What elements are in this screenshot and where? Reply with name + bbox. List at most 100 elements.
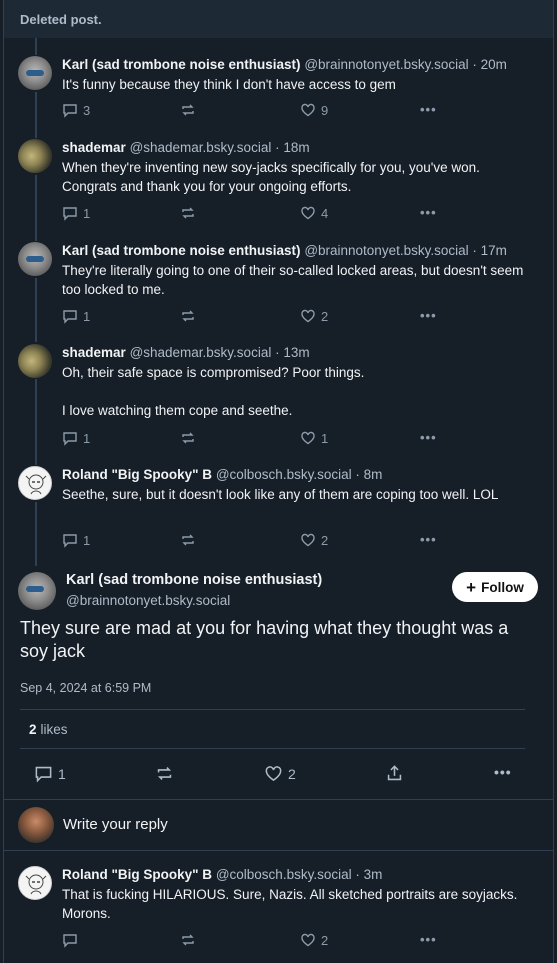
post-time[interactable]: 20m	[481, 57, 507, 72]
reply-post[interactable]: Roland "Big Spooky" B @colbosch.bsky.soc…	[18, 866, 538, 956]
author-name[interactable]: Karl (sad trombone noise enthusiast)	[62, 57, 301, 72]
author-name[interactable]: Karl (sad trombone noise enthusiast)	[62, 243, 301, 258]
more-options-button[interactable]: •••	[420, 205, 437, 220]
avatar[interactable]	[18, 572, 56, 610]
repost-button[interactable]	[155, 764, 174, 783]
reply-button[interactable]: 1	[62, 205, 90, 221]
repost-button[interactable]	[180, 205, 196, 221]
author-handle[interactable]: @shademar.bsky.social	[130, 345, 272, 360]
like-count: 4	[321, 205, 329, 221]
main-author-name[interactable]: Karl (sad trombone noise enthusiast)	[66, 572, 322, 588]
post-time[interactable]: 8m	[364, 467, 383, 482]
post-time[interactable]: 18m	[283, 140, 309, 155]
reply-button[interactable]: 1	[34, 764, 66, 783]
like-button[interactable]: 2	[300, 308, 328, 324]
repost-icon	[155, 764, 174, 783]
author-name[interactable]: Roland "Big Spooky" B	[62, 867, 212, 882]
more-options-button[interactable]: •••	[420, 308, 437, 323]
follow-button[interactable]: + Follow	[452, 572, 538, 602]
reply-button[interactable]: 3	[62, 102, 90, 118]
post-text: Oh, their safe space is compromised? Poo…	[62, 365, 365, 418]
avatar[interactable]	[18, 139, 52, 173]
avatar[interactable]	[18, 242, 52, 276]
main-post-timestamp[interactable]: Sep 4, 2024 at 6:59 PM	[20, 681, 151, 695]
author-name[interactable]: shademar	[62, 140, 126, 155]
post-time[interactable]: 17m	[481, 243, 507, 258]
author-handle[interactable]: @brainnotonyet.bsky.social	[304, 243, 468, 258]
author-handle[interactable]: @shademar.bsky.social	[130, 140, 272, 155]
author-handle[interactable]: @colbosch.bsky.social	[216, 867, 352, 882]
thread-post[interactable]: Roland "Big Spooky" B @colbosch.bsky.soc…	[18, 466, 538, 551]
reply-button[interactable]: 1	[62, 532, 90, 548]
like-button[interactable]: 2	[264, 764, 296, 783]
divider	[20, 709, 525, 710]
like-button[interactable]: 4	[300, 205, 328, 221]
main-author-handle[interactable]: @brainnotonyet.bsky.social	[66, 593, 230, 608]
more-icon: •••	[494, 764, 512, 780]
divider	[20, 748, 525, 749]
post-time[interactable]: 13m	[283, 345, 309, 360]
repost-button[interactable]	[180, 102, 196, 118]
like-button[interactable]: 9	[300, 102, 328, 118]
repost-button[interactable]	[180, 308, 196, 324]
avatar[interactable]	[18, 344, 52, 378]
author-name[interactable]: Roland "Big Spooky" B	[62, 467, 212, 482]
share-icon	[385, 764, 404, 783]
avatar[interactable]	[18, 866, 52, 900]
share-button[interactable]	[385, 764, 404, 783]
avatar[interactable]	[18, 56, 52, 90]
reply-icon	[62, 532, 78, 548]
post-meta: shademar @shademar.bsky.social · 18m	[62, 140, 310, 155]
thread-post[interactable]: shademar @shademar.bsky.social · 18m Whe…	[18, 139, 538, 224]
post-meta: Karl (sad trombone noise enthusiast) @br…	[62, 243, 507, 258]
reply-composer[interactable]: Write your reply	[3, 799, 554, 851]
thread-post[interactable]: shademar @shademar.bsky.social · 13m Oh,…	[18, 344, 538, 449]
more-icon: •••	[420, 932, 437, 947]
repost-button[interactable]	[180, 532, 196, 548]
post-meta: Karl (sad trombone noise enthusiast) @br…	[62, 57, 507, 72]
reply-button[interactable]: 1	[62, 430, 90, 446]
reply-icon	[62, 205, 78, 221]
like-count: 9	[321, 102, 329, 118]
repost-button[interactable]	[180, 932, 196, 948]
post-time[interactable]: 3m	[364, 867, 383, 882]
reply-prompt[interactable]: Write your reply	[63, 816, 168, 833]
like-count: 1	[321, 430, 329, 446]
reply-count: 1	[83, 205, 91, 221]
reply-icon	[62, 430, 78, 446]
more-icon: •••	[420, 308, 437, 323]
reply-button[interactable]	[62, 932, 78, 948]
thread-post[interactable]: Karl (sad trombone noise enthusiast) @br…	[18, 242, 538, 327]
reply-count: 3	[83, 102, 91, 118]
heart-icon	[300, 308, 316, 324]
more-icon: •••	[420, 430, 437, 445]
author-handle[interactable]: @brainnotonyet.bsky.social	[304, 57, 468, 72]
more-options-button[interactable]: •••	[420, 102, 437, 117]
like-button[interactable]: 1	[300, 430, 328, 446]
reply-button[interactable]: 1	[62, 308, 90, 324]
my-avatar	[18, 807, 54, 843]
heart-icon	[300, 430, 316, 446]
heart-icon	[300, 102, 316, 118]
more-options-button[interactable]: •••	[494, 764, 512, 780]
more-options-button[interactable]: •••	[420, 532, 437, 547]
like-count: 2	[321, 532, 329, 548]
post-text: That is fucking HILARIOUS. Sure, Nazis. …	[62, 887, 518, 921]
author-handle[interactable]: @colbosch.bsky.social	[216, 467, 352, 482]
post-text: When they're inventing new soy-jacks spe…	[62, 160, 480, 194]
reply-count: 1	[83, 430, 91, 446]
deleted-post-notice: Deleted post.	[3, 0, 554, 38]
plus-icon: +	[466, 577, 477, 597]
more-options-button[interactable]: •••	[420, 932, 437, 947]
repost-button[interactable]	[180, 430, 196, 446]
author-name[interactable]: shademar	[62, 345, 126, 360]
more-options-button[interactable]: •••	[420, 430, 437, 445]
like-button[interactable]: 2	[300, 532, 328, 548]
likes-summary[interactable]: 2 likes	[29, 722, 68, 737]
like-button[interactable]: 2	[300, 932, 328, 948]
reply-icon	[62, 308, 78, 324]
thread-post[interactable]: Karl (sad trombone noise enthusiast) @br…	[18, 56, 538, 121]
post-text: It's funny because they think I don't ha…	[62, 77, 396, 92]
repost-icon	[180, 532, 196, 548]
avatar[interactable]	[18, 466, 52, 500]
